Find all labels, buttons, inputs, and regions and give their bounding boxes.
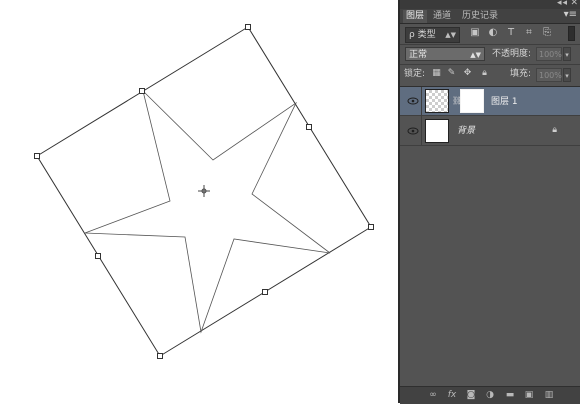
layer-name[interactable]: 背景: [457, 125, 475, 137]
adjustment-layer-icon[interactable]: ◑: [484, 389, 496, 401]
filter-kind-select[interactable]: ρ 类型 ▲▼: [405, 27, 460, 43]
panel-title-strip: ◂◂ ✕: [400, 0, 580, 9]
handle-right: [368, 224, 374, 230]
layer-thumbnail[interactable]: [425, 119, 449, 143]
lock-icon: 🔒︎: [552, 125, 557, 135]
handle-top: [245, 24, 251, 30]
separator: [421, 87, 422, 116]
handle-bottom: [157, 353, 163, 359]
fill-dropdown-icon[interactable]: ▾: [563, 68, 571, 82]
select-arrows-icon: ▲▼: [445, 31, 456, 39]
handle-left: [34, 153, 40, 159]
panel-tab-bar: 图层 通道 历史记录 ▾≡: [400, 9, 580, 24]
lock-label: 锁定:: [404, 69, 426, 79]
adjustment-filter-icon[interactable]: ◐: [487, 27, 499, 39]
blend-opacity-row: 正常 ▲▼ 不透明度: 100% ▾: [400, 44, 580, 64]
lock-fill-row: 锁定: ▦ ✎ ✥ 🔒︎ 填充: 100% ▾: [400, 65, 580, 85]
layer-thumbnail[interactable]: [425, 89, 449, 113]
type-filter-icon[interactable]: T: [505, 27, 517, 39]
filter-toggle[interactable]: [568, 26, 575, 41]
blend-mode-select[interactable]: 正常 ▲▼: [405, 47, 485, 61]
lock-all-icon[interactable]: 🔒︎: [479, 68, 490, 79]
layer-mask-thumbnail[interactable]: [460, 89, 484, 113]
collapse-panels-icon[interactable]: ◂◂: [557, 0, 568, 8]
tab-history[interactable]: 历史记录: [459, 10, 501, 23]
blend-mode-value: 正常: [409, 50, 428, 60]
opacity-input[interactable]: 100%: [536, 47, 562, 61]
link-layers-icon[interactable]: ∞: [427, 389, 439, 401]
layer-filter-row: ρ 类型 ▲▼ ▣ ◐ T ⌗ ⎘: [400, 24, 580, 44]
opacity-dropdown-icon[interactable]: ▾: [563, 47, 571, 61]
layers-list: ⛓ 图层 1 背景 🔒︎: [400, 86, 580, 387]
tab-layers[interactable]: 图层: [403, 10, 428, 23]
canvas-drawing: [34, 24, 374, 359]
fill-label: 填充:: [510, 69, 532, 79]
handle-bottom-right-mid: [262, 289, 268, 295]
layer-name[interactable]: 图层 1: [491, 96, 518, 108]
select-arrows-icon: ▲▼: [470, 51, 481, 59]
shape-filter-icon[interactable]: ⌗: [523, 27, 535, 39]
separator: [421, 116, 422, 146]
search-icon: ρ: [409, 30, 415, 40]
add-mask-icon[interactable]: ◙: [465, 389, 477, 401]
fill-input[interactable]: 100%: [536, 68, 562, 82]
document-canvas[interactable]: [0, 0, 398, 403]
layer-row[interactable]: 背景 🔒︎: [400, 116, 580, 146]
opacity-label: 不透明度:: [492, 49, 532, 59]
layers-bottom-toolbar: ∞ fx ◙ ◑ ▬ ▣ ▥: [400, 386, 580, 404]
handle-top-right-mid: [306, 124, 312, 130]
tab-channels[interactable]: 通道: [430, 10, 454, 23]
layer-row[interactable]: ⛓ 图层 1: [400, 87, 580, 116]
lock-pixels-icon[interactable]: ✎: [446, 68, 457, 79]
new-group-icon[interactable]: ▬: [504, 389, 516, 401]
lock-position-icon[interactable]: ✥: [462, 68, 473, 79]
reference-point-icon[interactable]: [198, 185, 210, 197]
eye-icon[interactable]: [407, 96, 419, 106]
star-shape: [84, 90, 331, 334]
delete-layer-icon[interactable]: ▥: [543, 389, 555, 401]
panel-menu-icon[interactable]: ▾≡: [564, 9, 577, 20]
handle-top-left-mid: [139, 88, 145, 94]
lock-transparency-icon[interactable]: ▦: [431, 68, 442, 79]
new-layer-icon[interactable]: ▣: [523, 389, 535, 401]
filter-kind-label: 类型: [417, 30, 436, 40]
fx-icon[interactable]: fx: [446, 389, 458, 401]
smart-object-filter-icon[interactable]: ⎘: [541, 27, 553, 39]
eye-icon[interactable]: [407, 126, 419, 136]
chain-link-icon[interactable]: ⛓: [452, 96, 462, 106]
handle-bottom-left-mid: [95, 253, 101, 259]
pixel-filter-icon[interactable]: ▣: [469, 27, 481, 39]
close-panel-icon[interactable]: ✕: [570, 0, 578, 8]
